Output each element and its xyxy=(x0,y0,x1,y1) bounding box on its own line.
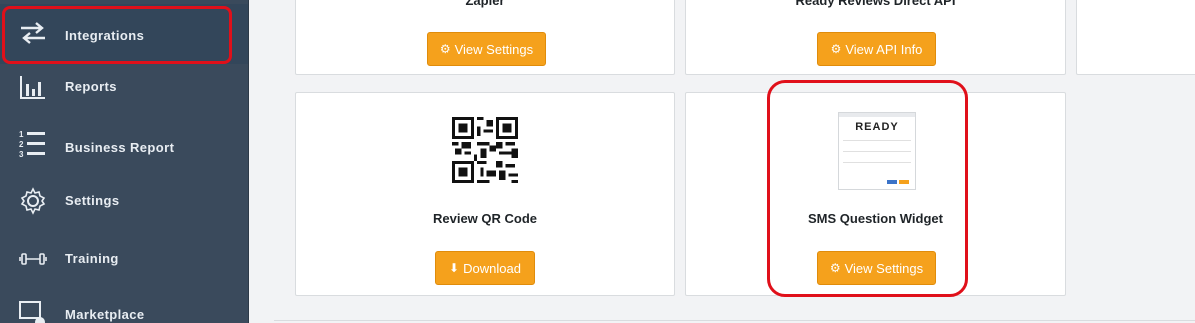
sidebar-item-marketplace[interactable]: Marketplace xyxy=(0,296,248,323)
card-zapier: Zapier ⚙ View Settings xyxy=(295,0,675,75)
sidebar-item-label: Marketplace xyxy=(65,307,145,322)
sidebar-item-label: Integrations xyxy=(65,28,145,43)
highlight-outline xyxy=(767,80,968,297)
divider xyxy=(274,320,1195,321)
sidebar: Integrations Reports 123 Business Report… xyxy=(0,0,249,323)
sidebar-item-label: Settings xyxy=(65,193,120,208)
gear-icon xyxy=(16,184,50,218)
sidebar-item-label: Business Report xyxy=(65,140,175,155)
download-button[interactable]: ⬇ Download xyxy=(435,251,535,285)
card-review-qr-code: Review QR Code ⬇ Download xyxy=(295,92,675,296)
view-api-info-button[interactable]: ⚙ View API Info xyxy=(817,32,936,66)
sidebar-item-training[interactable]: Training xyxy=(0,238,248,298)
gear-icon: ⚙ xyxy=(830,42,842,56)
card-title: Review QR Code xyxy=(432,211,538,226)
qr-code-image xyxy=(452,117,518,183)
arrows-swap-icon xyxy=(16,16,50,50)
card-title: Ready Reviews Direct API xyxy=(795,0,956,8)
bar-chart-icon xyxy=(16,70,50,104)
card-ready-reviews-api: Ready Reviews Direct API ⚙ View API Info xyxy=(685,0,1066,75)
svg-text:2: 2 xyxy=(19,140,24,149)
numbered-list-icon: 123 xyxy=(16,127,50,161)
dumbbell-icon xyxy=(16,242,50,276)
card-partial xyxy=(1076,0,1195,75)
sidebar-item-label: Reports xyxy=(65,79,117,94)
sidebar-item-business-report[interactable]: 123 Business Report xyxy=(0,122,248,182)
sidebar-item-settings[interactable]: Settings xyxy=(0,180,248,240)
card-title: Zapier xyxy=(465,0,505,8)
view-settings-button[interactable]: ⚙ View Settings xyxy=(427,32,546,66)
marketplace-icon xyxy=(16,298,50,323)
sidebar-item-integrations[interactable]: Integrations xyxy=(0,4,248,64)
gear-icon: ⚙ xyxy=(439,42,451,56)
sidebar-item-reports[interactable]: Reports xyxy=(0,62,248,122)
svg-text:1: 1 xyxy=(19,130,24,139)
svg-text:3: 3 xyxy=(19,150,24,159)
download-icon: ⬇ xyxy=(449,261,460,275)
main-content: Zapier ⚙ View Settings Ready Reviews Dir… xyxy=(249,0,1195,323)
sidebar-item-label: Training xyxy=(65,251,119,266)
